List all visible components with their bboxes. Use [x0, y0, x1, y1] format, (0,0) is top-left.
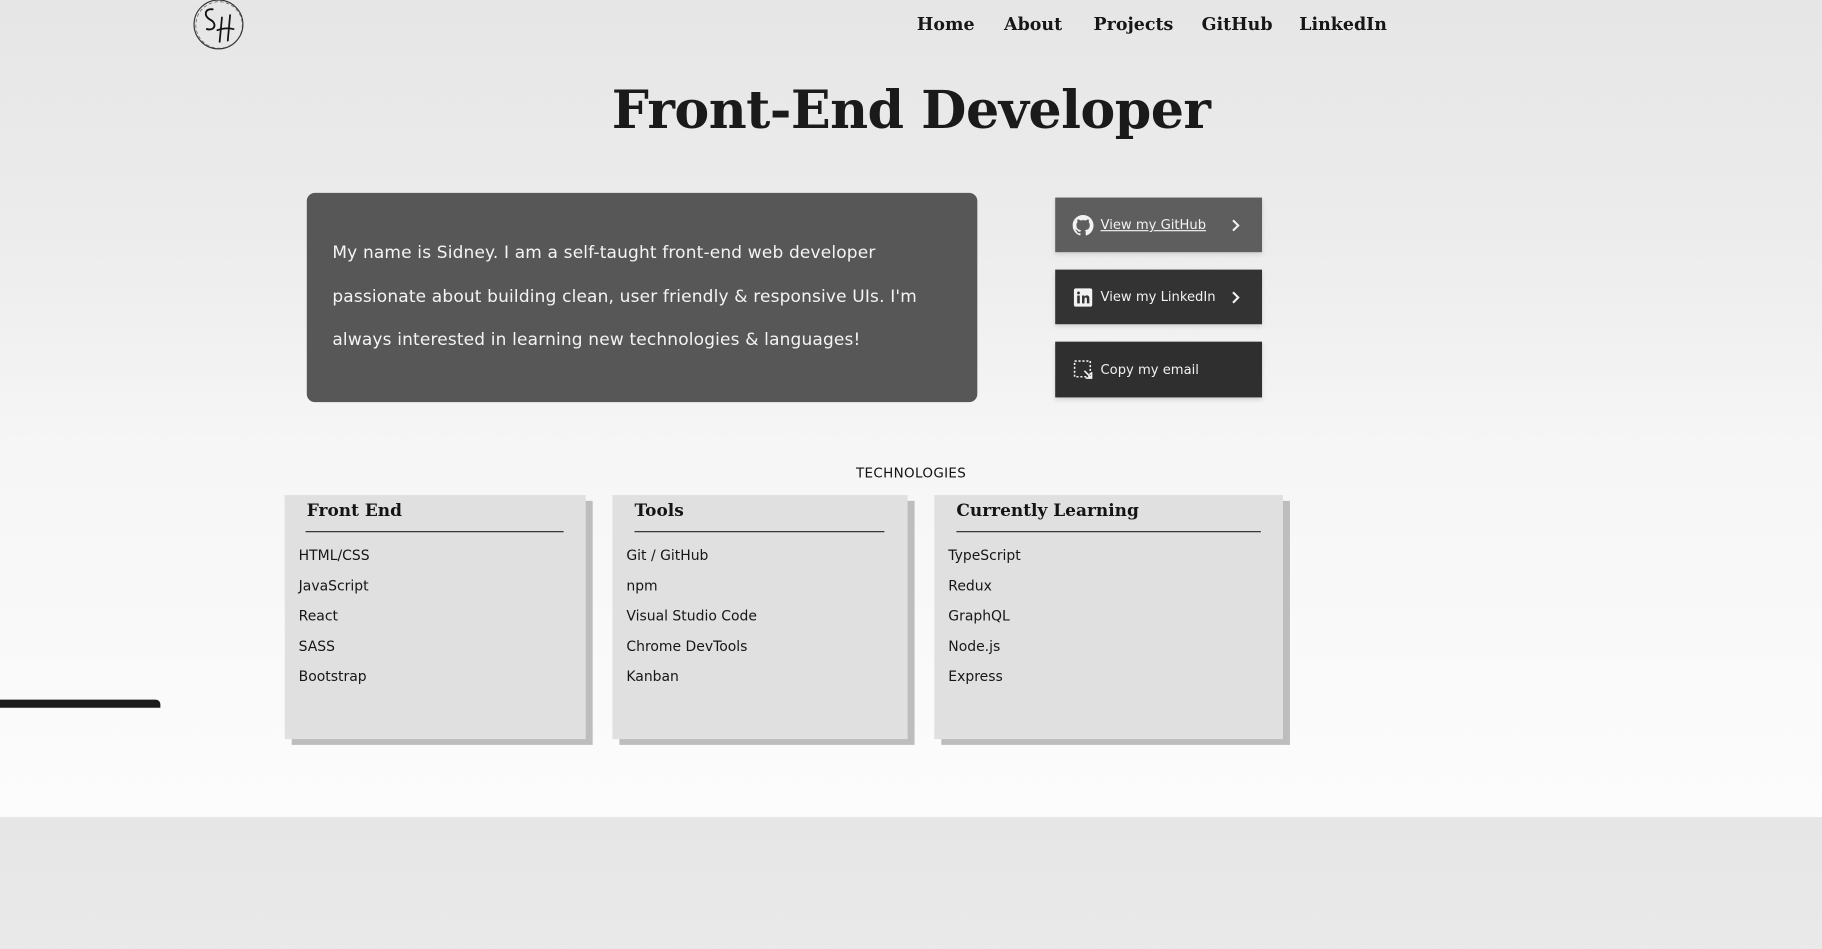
- page-title: Front-End Developer: [611, 79, 1211, 141]
- title-divider: [305, 531, 564, 533]
- tech-card-title: Currently Learning: [956, 500, 1139, 521]
- tech-list: TypeScript Redux GraphQL Node.js Express: [948, 545, 1020, 696]
- portfolio-page: Home About Projects GitHub LinkedIn Fron…: [0, 0, 1822, 949]
- technologies-heading: TECHNOLOGIES: [855, 464, 967, 482]
- nav-link-github[interactable]: GitHub: [1202, 14, 1273, 35]
- list-item: Chrome DevTools: [626, 637, 748, 655]
- intro-card: My name is Sidney. I am a self-taught fr…: [306, 192, 978, 403]
- tech-card-tools: Tools Git / GitHub npm Visual Studio Cod…: [612, 495, 908, 740]
- list-item: JavaScript: [298, 577, 369, 594]
- list-item: Express: [948, 668, 1003, 685]
- copy-icon: [1073, 359, 1094, 380]
- chevron-right-icon: [1229, 218, 1241, 232]
- list-item: TypeScript: [948, 547, 1021, 564]
- github-icon: [1072, 214, 1094, 235]
- title-divider: [634, 531, 885, 533]
- list-item: React: [298, 607, 338, 625]
- list-item: SASS: [298, 637, 336, 655]
- view-linkedin-button[interactable]: View my LinkedIn: [1055, 269, 1263, 325]
- nav-link-linkedin[interactable]: LinkedIn: [1299, 14, 1387, 35]
- list-item: Bootstrap: [298, 668, 367, 685]
- title-divider: [956, 531, 1261, 533]
- view-github-button[interactable]: View my GitHub: [1055, 197, 1263, 253]
- nav-link-projects[interactable]: Projects: [1094, 14, 1174, 35]
- chevron-right-icon: [1230, 290, 1242, 304]
- linkedin-icon: [1073, 286, 1094, 307]
- nav-link-about[interactable]: About: [1004, 14, 1062, 35]
- nav-link-home[interactable]: Home: [917, 14, 975, 35]
- view-github-label: View my GitHub: [1100, 217, 1207, 233]
- tech-card-title: Tools: [634, 500, 684, 521]
- tech-card-front-end: Front End HTML/CSS JavaScript React SASS…: [284, 495, 586, 740]
- list-item: HTML/CSS: [298, 547, 370, 564]
- list-item: Git / GitHub: [626, 547, 709, 564]
- copy-email-button[interactable]: Copy my email: [1055, 341, 1263, 398]
- intro-text: My name is Sidney. I am a self-taught fr…: [332, 242, 917, 350]
- copy-email-label: Copy my email: [1100, 361, 1199, 378]
- list-item: Node.js: [948, 637, 1001, 655]
- tech-list: Git / GitHub npm Visual Studio Code Chro…: [626, 545, 757, 696]
- view-linkedin-label: View my LinkedIn: [1100, 289, 1216, 305]
- list-item: Redux: [948, 577, 992, 594]
- list-item: npm: [626, 577, 658, 594]
- tech-list: HTML/CSS JavaScript React SASS Bootstrap: [299, 545, 370, 696]
- bottom-toolbar-edge: [0, 699, 161, 708]
- list-item: Kanban: [626, 668, 679, 685]
- tech-card-currently-learning: Currently Learning TypeScript Redux Grap…: [934, 495, 1283, 740]
- main-nav: Home About Projects GitHub LinkedIn: [0, 14, 1822, 42]
- list-item: GraphQL: [948, 607, 1010, 625]
- tech-card-title: Front End: [306, 500, 402, 521]
- list-item: Visual Studio Code: [626, 607, 757, 625]
